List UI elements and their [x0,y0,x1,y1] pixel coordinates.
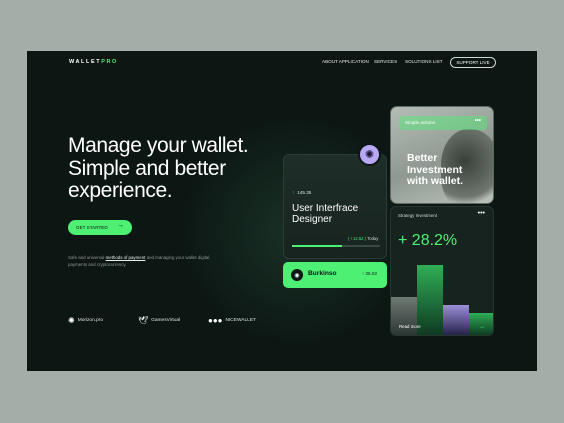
nav-about[interactable]: ABOUT APPLICATION [322,59,369,64]
designer-card[interactable]: ↑ 145.35 User Interfrace Designer ( +12.52… [283,154,387,259]
hero-line-1: Manage your wallet. [68,134,249,157]
user-avatar-icon: ◉ [291,269,303,281]
nav-services[interactable]: SERVICES [374,59,397,64]
get-started-label: GET STARTED [76,225,108,230]
read-more-link[interactable]: Read more [399,324,421,329]
partner-morizon: ✺ Morizon.pro [68,316,104,325]
arrow-up-icon: ↑ [361,271,365,276]
investment-promo-card[interactable]: Simple actions ••• Better Investment with w… [390,106,494,204]
user-pill[interactable]: ◉ Burkinso ↑ 25.02 [283,262,387,288]
arrow-up-icon: ↑ [292,190,295,195]
hero-line-3: experience. [68,179,173,202]
app-frame: WALLETPRO ABOUT APPLICATION SERVICES SOL… [27,51,537,371]
get-started-button[interactable]: GET STARTED → [68,220,132,235]
partner-nicewallet: ●●● NICEWALLET [208,316,256,325]
chart-bar [391,297,417,335]
payment-methods-link[interactable]: methods of payment [106,255,146,260]
designer-progress [292,245,380,247]
hero-line-2: Simple and better [68,156,226,180]
arrow-right-icon[interactable]: → [479,324,485,330]
promo-heading: Better Investment with wallet. [407,152,464,187]
more-icon[interactable]: ••• [478,210,485,217]
designer-title: User Interfrace Designer [292,203,359,225]
strategy-label: Strategy Investment [398,213,438,218]
designer-change: ( +12.52 ) Today [348,236,379,241]
hero-description: Safe and universal methods of payment an… [68,255,210,267]
nav-solutions[interactable]: SOLUTIONS LIST [405,59,443,64]
bird-icon: 🕊 [138,316,149,325]
user-name: Burkinso [308,270,337,277]
user-value: ↑ 25.02 [361,271,377,276]
designer-value: ↑ 145.35 [292,190,312,195]
strategy-card[interactable]: Strategy Investment ••• + 28.2% Read mor… [390,206,494,336]
strategy-percent: + 28.2% [398,232,458,249]
hero-heading: Manage your wallet. Simple and better ex… [68,134,278,203]
simple-actions-bar: Simple actions ••• [399,116,487,130]
more-icon[interactable]: ••• [475,118,481,124]
dots-icon: ●●● [208,316,223,325]
support-live-button[interactable]: SUPPORT LIVE [450,57,496,68]
sun-icon: ✺ [68,316,75,325]
brand-logo[interactable]: WALLETPRO [69,59,118,65]
sparkle-badge-icon: ✺ [358,143,381,166]
arrow-right-icon: → [117,222,124,229]
chart-bar [443,305,469,335]
partner-gamesvirtual: 🕊 GamesVirtual [138,316,181,325]
